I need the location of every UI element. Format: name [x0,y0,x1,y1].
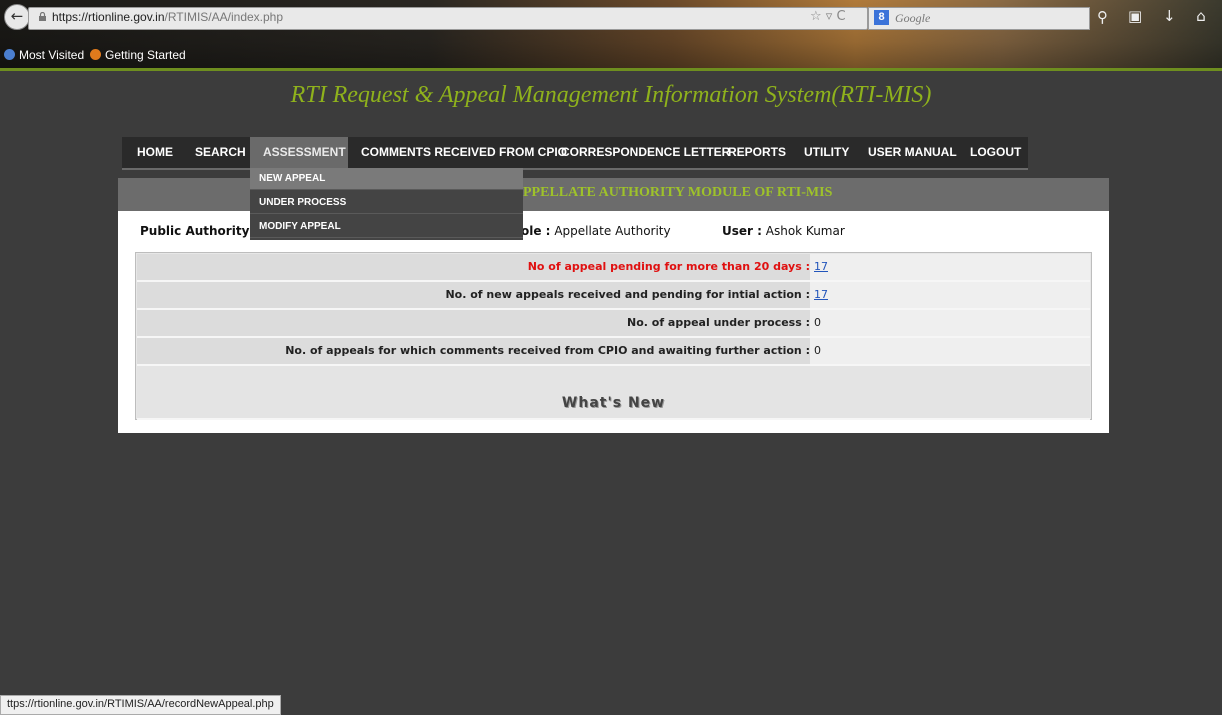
bookmark-star-icon[interactable]: ☆ ▿ C [810,9,846,24]
menu-item-modify-appeal[interactable]: MODIFY APPEAL [250,216,523,238]
nav-assessment[interactable]: ASSESSMENT [250,137,348,168]
stat-value: 0 [814,316,821,329]
back-button[interactable]: ← [4,4,30,30]
stat-value-link[interactable]: 17 [814,288,828,301]
role-info: ole : Appellate Authority [521,224,671,238]
table-row: No. of appeal under process : 0 [137,310,1090,338]
chrome-divider [0,68,1222,71]
search-icon[interactable]: ⚲ [1097,8,1108,26]
status-bar-url: ttps://rtionline.gov.in/RTIMIS/AA/record… [0,695,281,715]
nav-search[interactable]: SEARCH [195,137,246,168]
whats-new-heading: What's New [561,395,666,411]
nav-comments-received[interactable]: COMMENTS RECEIVED FROM CPIO [361,137,567,168]
stat-label: No. of appeal under process : [626,316,810,329]
stat-label: No. of appeals for which comments receiv… [285,344,810,357]
stats-table: No of appeal pending for more than 20 da… [135,252,1092,420]
stat-value: 0 [814,344,821,357]
page-title: RTI Request & Appeal Management Informat… [290,82,932,108]
stat-value-cell: 17 [810,282,1090,308]
table-row: No. of new appeals received and pending … [137,282,1090,310]
stat-value-cell: 0 [810,338,1090,364]
firefox-icon [90,49,101,60]
menu-item-new-appeal[interactable]: NEW APPEAL [250,168,523,190]
table-row: No of appeal pending for more than 20 da… [137,254,1090,282]
lock-icon [39,12,46,21]
bookmark-getting-started[interactable]: Getting Started [90,48,186,62]
nav-correspondence-letter[interactable]: CORRESPONDENCE LETTER [561,137,730,168]
module-title: PPELLATE AUTHORITY MODULE OF RTI-MIS [523,185,833,200]
nav-logout[interactable]: LOGOUT [970,137,1021,168]
whats-new-row: What's New [137,390,1090,420]
menu-item-under-process[interactable]: UNDER PROCESS [250,192,523,214]
bookmark-most-visited[interactable]: Most Visited [4,48,84,62]
stat-label: No. of new appeals received and pending … [445,288,810,301]
stat-value-cell: 17 [810,254,1090,280]
nav-user-manual[interactable]: USER MANUAL [868,137,957,168]
browser-chrome: ← https://rtionline.gov.in/RTIMIS/AA/ind… [0,0,1222,70]
public-authority-label: Public Authority: [140,224,255,238]
user-info: User : Ashok Kumar [722,224,845,238]
stat-value-link[interactable]: 17 [814,260,828,273]
address-text: https://rtionline.gov.in/RTIMIS/AA/index… [52,10,284,24]
main-nav: HOME SEARCH ASSESSMENT COMMENTS RECEIVED… [122,137,1028,170]
google-icon[interactable]: 8 [874,10,889,25]
stat-value-cell: 0 [810,310,1090,336]
nav-utility[interactable]: UTILITY [804,137,849,168]
assessment-dropdown: NEW APPEAL UNDER PROCESS MODIFY APPEAL [250,168,523,240]
toolbar-icons[interactable]: ▣ ↓ ⌂ [1128,7,1214,25]
search-placeholder: Google [895,11,931,25]
nav-reports[interactable]: REPORTS [728,137,786,168]
nav-home[interactable]: HOME [137,137,173,168]
table-row: No. of appeals for which comments receiv… [137,338,1090,366]
most-visited-icon [4,49,15,60]
stat-label: No of appeal pending for more than 20 da… [527,260,810,273]
